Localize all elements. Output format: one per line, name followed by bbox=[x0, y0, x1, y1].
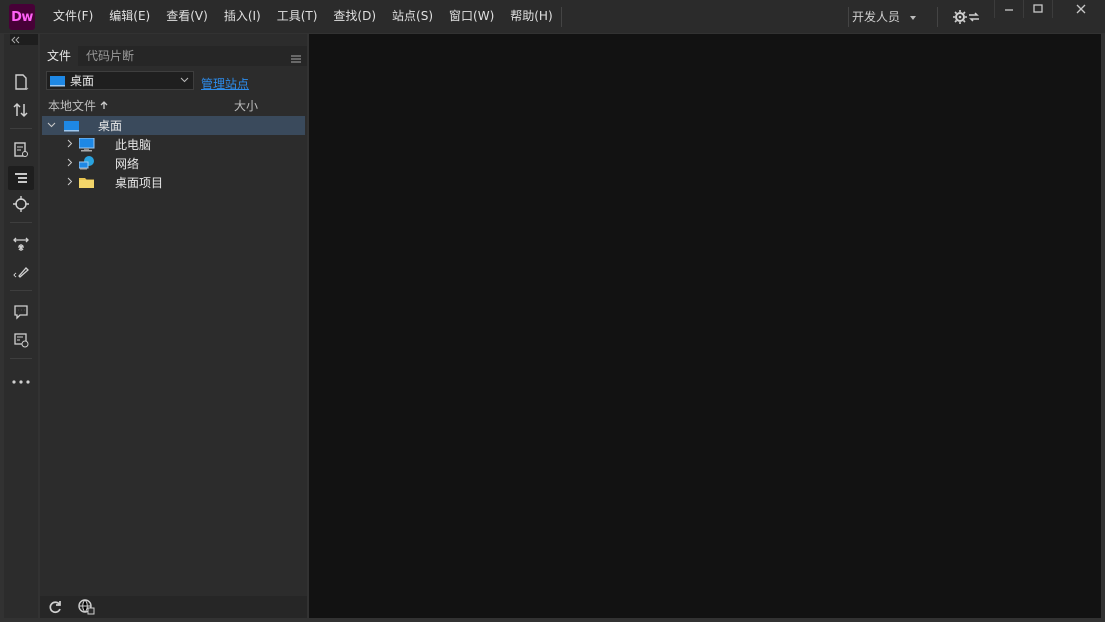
connect-button[interactable] bbox=[78, 599, 95, 618]
panel-footer bbox=[40, 596, 307, 618]
sort-up-icon bbox=[100, 101, 108, 109]
tree-label: 网络 bbox=[115, 157, 140, 171]
menu-edit[interactable]: 编辑(E) bbox=[101, 0, 158, 33]
chevron-down-icon[interactable] bbox=[46, 120, 56, 131]
tree-row-desktop[interactable]: 桌面 bbox=[42, 116, 305, 135]
get-put-button[interactable] bbox=[8, 98, 34, 122]
tree-row-this-pc[interactable]: 此电脑 bbox=[42, 135, 305, 154]
toolbar-separator bbox=[10, 290, 32, 291]
panel-tabs: 文件 代码片断 bbox=[40, 46, 307, 66]
file-list-icon bbox=[15, 173, 27, 183]
desktop-icon bbox=[50, 75, 65, 86]
tab-snippets[interactable]: 代码片断 bbox=[79, 46, 141, 66]
app-logo: Dw bbox=[9, 4, 35, 30]
menu-bar: 文件(F) 编辑(E) 查看(V) 插入(I) 工具(T) 查找(D) 站点(S… bbox=[45, 0, 562, 33]
dom-arrows-icon bbox=[13, 237, 29, 251]
site-select[interactable]: 桌面 bbox=[46, 71, 194, 90]
minimize-button[interactable] bbox=[994, 0, 1023, 18]
toolbar-divider bbox=[937, 7, 938, 27]
globe-plug-icon bbox=[78, 599, 95, 615]
menu-file[interactable]: 文件(F) bbox=[45, 0, 101, 33]
toolbar-separator bbox=[10, 222, 32, 223]
collapse-strip[interactable] bbox=[10, 34, 38, 45]
comments-button[interactable] bbox=[8, 300, 34, 324]
column-size[interactable]: 大小 bbox=[234, 97, 258, 114]
tree-label: 桌面项目 bbox=[115, 176, 164, 190]
menu-help[interactable]: 帮助(H) bbox=[502, 0, 560, 33]
workspace-switcher[interactable]: 开发人员 bbox=[852, 0, 917, 33]
desktop-icon bbox=[64, 120, 79, 131]
window-controls bbox=[994, 0, 1105, 20]
title-menu-bar: Dw 文件(F) 编辑(E) 查看(V) 插入(I) 工具(T) 查找(D) 站… bbox=[0, 0, 1105, 33]
more-tools-button[interactable] bbox=[8, 370, 34, 394]
more-dots-icon bbox=[12, 380, 30, 384]
menu-find[interactable]: 查找(D) bbox=[325, 0, 384, 33]
document-icon bbox=[15, 74, 29, 90]
validate-icon bbox=[14, 333, 29, 348]
menu-view[interactable]: 查看(V) bbox=[158, 0, 216, 33]
hamburger-icon bbox=[291, 55, 301, 63]
left-toolbar bbox=[4, 34, 38, 618]
menu-tools[interactable]: 工具(T) bbox=[269, 0, 326, 33]
toolbar-separator bbox=[10, 128, 32, 129]
site-select-value: 桌面 bbox=[70, 74, 95, 88]
refresh-button[interactable] bbox=[48, 600, 62, 617]
refresh-icon bbox=[49, 601, 61, 614]
tree-row-network[interactable]: 网络 bbox=[42, 154, 305, 173]
column-local-files[interactable]: 本地文件 bbox=[48, 97, 108, 114]
files-panel-button[interactable] bbox=[8, 166, 34, 190]
chevron-down-icon bbox=[910, 15, 917, 20]
assets-button[interactable] bbox=[8, 260, 34, 284]
panel-menu-button[interactable] bbox=[291, 52, 301, 66]
chevron-right-icon[interactable] bbox=[65, 158, 75, 170]
network-icon bbox=[79, 156, 94, 170]
chevron-right-icon[interactable] bbox=[65, 139, 75, 151]
sync-settings-icon[interactable] bbox=[953, 9, 981, 28]
document-area[interactable] bbox=[309, 34, 1101, 618]
live-view-button[interactable] bbox=[8, 138, 34, 162]
workspace-label: 开发人员 bbox=[852, 10, 901, 24]
validate-button[interactable] bbox=[8, 328, 34, 352]
close-button[interactable] bbox=[1052, 0, 1105, 18]
column-headers: 本地文件 大小 bbox=[40, 97, 307, 115]
maximize-button[interactable] bbox=[1023, 0, 1052, 18]
menu-divider bbox=[560, 6, 562, 27]
tab-files[interactable]: 文件 bbox=[40, 46, 79, 66]
computer-icon bbox=[79, 137, 95, 151]
page-preview-icon bbox=[14, 142, 28, 157]
manage-sites-link[interactable]: 管理站点 bbox=[201, 75, 249, 92]
menu-insert[interactable]: 插入(I) bbox=[216, 0, 269, 33]
menu-window[interactable]: 窗口(W) bbox=[441, 0, 502, 33]
minimize-icon bbox=[1005, 9, 1013, 11]
new-document-button[interactable] bbox=[8, 70, 34, 94]
comment-icon bbox=[14, 305, 28, 320]
tree-label: 桌面 bbox=[98, 119, 123, 133]
tree-row-desktop-items[interactable]: 桌面项目 bbox=[42, 173, 305, 192]
crosshair-icon bbox=[13, 196, 29, 212]
workspace-divider bbox=[848, 7, 849, 27]
tree-label: 此电脑 bbox=[115, 138, 152, 152]
chevron-down-icon bbox=[180, 77, 189, 83]
close-icon bbox=[1076, 4, 1086, 14]
folder-icon bbox=[79, 178, 94, 188]
toolbar-separator bbox=[10, 358, 32, 359]
files-panel: 文件 代码片断 桌面 管理站点 本地文件 大小 桌面 此电脑 网络 桌面项目 bbox=[40, 34, 307, 618]
dom-button[interactable] bbox=[8, 232, 34, 256]
maximize-icon bbox=[1033, 4, 1043, 13]
menu-site[interactable]: 站点(S) bbox=[384, 0, 441, 33]
collapse-icon bbox=[11, 36, 20, 44]
transfer-arrows-icon bbox=[13, 102, 28, 118]
inspect-button[interactable] bbox=[8, 192, 34, 216]
brush-code-icon bbox=[13, 267, 29, 278]
chevron-right-icon[interactable] bbox=[65, 177, 75, 189]
